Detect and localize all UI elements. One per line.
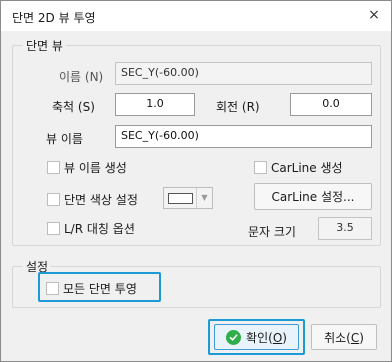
all-section-projection-checkbox[interactable]: 모든 단면 투영 — [46, 280, 137, 297]
carline-create-checkbox[interactable]: CarLine 생성 — [254, 159, 343, 176]
view-name-label: 뷰 이름 — [46, 132, 83, 146]
carline-create-box[interactable] — [254, 161, 267, 174]
lr-mirror-label: L/R 대칭 옵션 — [64, 222, 135, 236]
lr-mirror-checkbox[interactable]: L/R 대칭 옵션 — [47, 220, 135, 237]
carline-settings-button[interactable]: CarLine 설정... — [254, 183, 372, 210]
cancel-button-label: 취소(C) — [324, 330, 364, 345]
all-section-projection-label: 모든 단면 투영 — [63, 282, 137, 296]
section-color-box[interactable] — [47, 193, 60, 206]
scale-field[interactable]: 1.0 — [115, 93, 195, 116]
all-section-projection-box[interactable] — [46, 282, 59, 295]
rotation-label: 회전 (R) — [216, 100, 260, 114]
name-label: 이름 (N) — [59, 70, 104, 84]
ok-button[interactable]: 확인(O) — [214, 324, 299, 350]
checkmark-icon — [226, 329, 242, 345]
create-view-name-label: 뷰 이름 생성 — [64, 161, 127, 175]
scale-label: 축척 (S) — [52, 100, 95, 114]
section-view-group-title: 단면 뷰 — [23, 37, 66, 54]
view-name-field[interactable]: SEC_Y(-60.00) — [115, 125, 372, 148]
name-field[interactable]: SEC_Y(-60.00) — [115, 62, 372, 85]
close-icon[interactable]: × — [363, 5, 385, 25]
section-color-label: 단면 색상 설정 — [64, 193, 138, 207]
rotation-field[interactable]: 0.0 — [290, 93, 372, 116]
carline-create-label: CarLine 생성 — [271, 161, 343, 175]
create-view-name-box[interactable] — [47, 161, 60, 174]
create-view-name-checkbox[interactable]: 뷰 이름 생성 — [47, 159, 127, 176]
title-bar: 단면 2D 뷰 투영 × — [1, 1, 391, 31]
projection-dialog: 단면 2D 뷰 투영 × 단면 뷰 이름 (N) SEC_Y(-60.00) 축… — [0, 0, 392, 362]
chevron-down-icon[interactable]: ▼ — [196, 188, 212, 208]
carline-settings-label: CarLine 설정... — [271, 190, 355, 204]
section-color-checkbox[interactable]: 단면 색상 설정 — [47, 191, 138, 208]
text-size-field[interactable]: 3.5 — [318, 217, 372, 240]
color-swatch — [168, 193, 193, 204]
ok-button-label: 확인(O) — [246, 330, 287, 345]
lr-mirror-box[interactable] — [47, 222, 60, 235]
window-title: 단면 2D 뷰 투영 — [12, 11, 96, 25]
cancel-button[interactable]: 취소(C) — [311, 324, 377, 350]
text-size-label: 문자 크기 — [248, 225, 296, 239]
section-color-picker[interactable]: ▼ — [163, 187, 213, 209]
